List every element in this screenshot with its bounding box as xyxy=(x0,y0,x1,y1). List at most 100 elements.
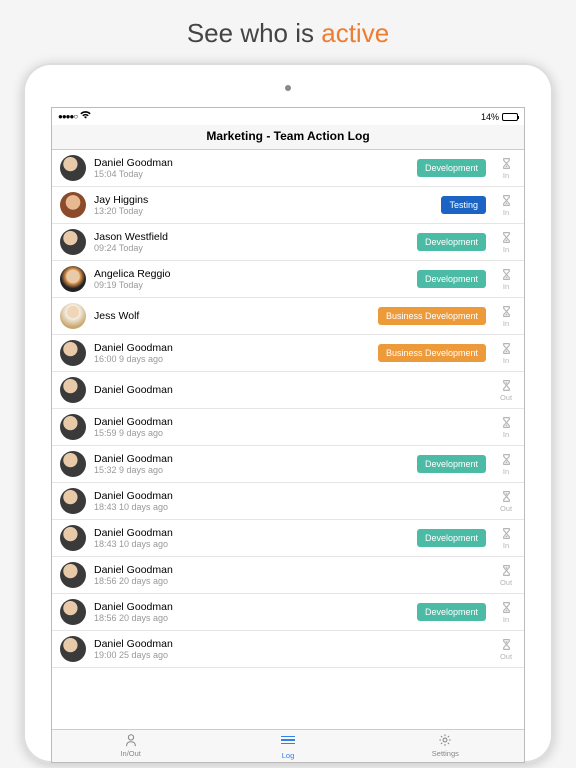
log-list[interactable]: Daniel Goodman15:04 TodayDevelopmentInJa… xyxy=(52,150,524,729)
wifi-icon xyxy=(80,111,91,122)
hourglass-icon xyxy=(496,305,516,318)
user-name: Daniel Goodman xyxy=(94,453,417,465)
category-tag[interactable]: Development xyxy=(417,159,486,177)
user-name: Daniel Goodman xyxy=(94,157,417,169)
log-row[interactable]: Daniel Goodman18:43 10 days agoOut xyxy=(52,483,524,520)
log-row[interactable]: Daniel Goodman15:32 9 days agoDevelopmen… xyxy=(52,446,524,483)
category-tag[interactable]: Development xyxy=(417,455,486,473)
hourglass-icon xyxy=(496,527,516,540)
avatar xyxy=(60,525,86,551)
status-label: Out xyxy=(496,652,516,661)
user-name: Daniel Goodman xyxy=(94,601,417,613)
status-bar: ●●●●○ 14% xyxy=(52,108,524,125)
avatar xyxy=(60,414,86,440)
avatar xyxy=(60,451,86,477)
row-info: Daniel Goodman18:56 20 days ago xyxy=(94,564,496,586)
hourglass-icon xyxy=(496,416,516,429)
hourglass-icon xyxy=(496,379,516,392)
user-name: Daniel Goodman xyxy=(94,416,496,428)
timestamp: 18:43 10 days ago xyxy=(94,502,496,512)
avatar xyxy=(60,377,86,403)
hourglass-icon xyxy=(496,268,516,281)
status-label: In xyxy=(496,615,516,624)
row-info: Daniel Goodman15:59 9 days ago xyxy=(94,416,496,438)
status-indicator: In xyxy=(496,268,516,291)
category-tag[interactable]: Development xyxy=(417,603,486,621)
status-label: In xyxy=(496,245,516,254)
user-name: Jess Wolf xyxy=(94,310,378,322)
status-label: In xyxy=(496,467,516,476)
log-row[interactable]: Angelica Reggio09:19 TodayDevelopment In xyxy=(52,261,524,298)
category-tag[interactable]: Development xyxy=(417,233,486,251)
log-row[interactable]: Daniel GoodmanOut xyxy=(52,372,524,409)
log-row[interactable]: Daniel Goodman18:56 20 days agoOut xyxy=(52,557,524,594)
row-info: Jay Higgins13:20 Today xyxy=(94,194,441,216)
row-info: Jason Westfield09:24 Today xyxy=(94,231,417,253)
log-row[interactable]: Jess WolfBusiness DevelopmentIn xyxy=(52,298,524,335)
status-label: In xyxy=(496,171,516,180)
status-indicator: Out xyxy=(496,490,516,513)
user-name: Daniel Goodman xyxy=(94,527,417,539)
hourglass-icon xyxy=(496,342,516,355)
timestamp: 15:32 9 days ago xyxy=(94,465,417,475)
log-row[interactable]: Daniel Goodman15:59 9 days agoIn xyxy=(52,409,524,446)
log-row[interactable]: Daniel Goodman18:43 10 days agoDevelopme… xyxy=(52,520,524,557)
hourglass-icon xyxy=(496,194,516,207)
tab-log[interactable]: Log xyxy=(209,730,366,762)
hourglass-icon xyxy=(496,490,516,503)
avatar xyxy=(60,636,86,662)
log-row[interactable]: Daniel Goodman15:04 TodayDevelopmentIn xyxy=(52,150,524,187)
promo-header: See who is active xyxy=(0,0,576,63)
status-indicator: In xyxy=(496,527,516,550)
category-tag[interactable]: Development xyxy=(417,529,486,547)
row-info: Daniel Goodman16:00 9 days ago xyxy=(94,342,378,364)
log-row[interactable]: Daniel Goodman16:00 9 days agoBusiness D… xyxy=(52,335,524,372)
user-name: Angelica Reggio xyxy=(94,268,417,280)
row-info: Daniel Goodman15:32 9 days ago xyxy=(94,453,417,475)
signal-icon: ●●●●○ xyxy=(58,112,77,121)
device-frame: ●●●●○ 14% Marketing - Team Action Log Da… xyxy=(23,63,553,763)
hourglass-icon xyxy=(496,231,516,244)
category-tag[interactable]: Testing xyxy=(441,196,486,214)
row-info: Daniel Goodman xyxy=(94,384,496,396)
log-row[interactable]: Daniel Goodman18:56 20 days agoDevelopme… xyxy=(52,594,524,631)
tab-inout[interactable]: In/Out xyxy=(52,730,209,762)
category-tag[interactable]: Business Development xyxy=(378,344,486,362)
log-row[interactable]: Daniel Goodman19:00 25 days agoOut xyxy=(52,631,524,668)
app-screen: ●●●●○ 14% Marketing - Team Action Log Da… xyxy=(51,107,525,763)
avatar xyxy=(60,599,86,625)
status-label: In xyxy=(496,356,516,365)
status-indicator: Out xyxy=(496,379,516,402)
status-label: In xyxy=(496,282,516,291)
status-label: Out xyxy=(496,578,516,587)
row-info: Daniel Goodman18:43 10 days ago xyxy=(94,490,496,512)
log-row[interactable]: Jason Westfield09:24 TodayDevelopment In xyxy=(52,224,524,261)
tab-label: In/Out xyxy=(52,749,209,758)
timestamp: 18:56 20 days ago xyxy=(94,576,496,586)
timestamp: 09:19 Today xyxy=(94,280,417,290)
category-tag[interactable]: Business Development xyxy=(378,307,486,325)
tab-settings[interactable]: Settings xyxy=(367,730,524,762)
avatar xyxy=(60,229,86,255)
user-name: Daniel Goodman xyxy=(94,638,496,650)
status-indicator: In xyxy=(496,453,516,476)
status-right: 14% xyxy=(481,112,518,122)
status-indicator: Out xyxy=(496,638,516,661)
status-label: In xyxy=(496,541,516,550)
log-row[interactable]: Jay Higgins13:20 TodayTestingIn xyxy=(52,187,524,224)
avatar xyxy=(60,488,86,514)
user-name: Daniel Goodman xyxy=(94,342,378,354)
battery-percent: 14% xyxy=(481,112,499,122)
status-indicator: In xyxy=(496,416,516,439)
row-info: Daniel Goodman18:43 10 days ago xyxy=(94,527,417,549)
log-icon xyxy=(281,734,295,747)
avatar xyxy=(60,192,86,218)
user-name: Daniel Goodman xyxy=(94,490,496,502)
avatar xyxy=(60,266,86,292)
avatar xyxy=(60,562,86,588)
status-indicator: In xyxy=(496,601,516,624)
battery-icon xyxy=(502,113,518,121)
status-indicator: In xyxy=(496,157,516,180)
row-info: Daniel Goodman19:00 25 days ago xyxy=(94,638,496,660)
category-tag[interactable]: Development xyxy=(417,270,486,288)
